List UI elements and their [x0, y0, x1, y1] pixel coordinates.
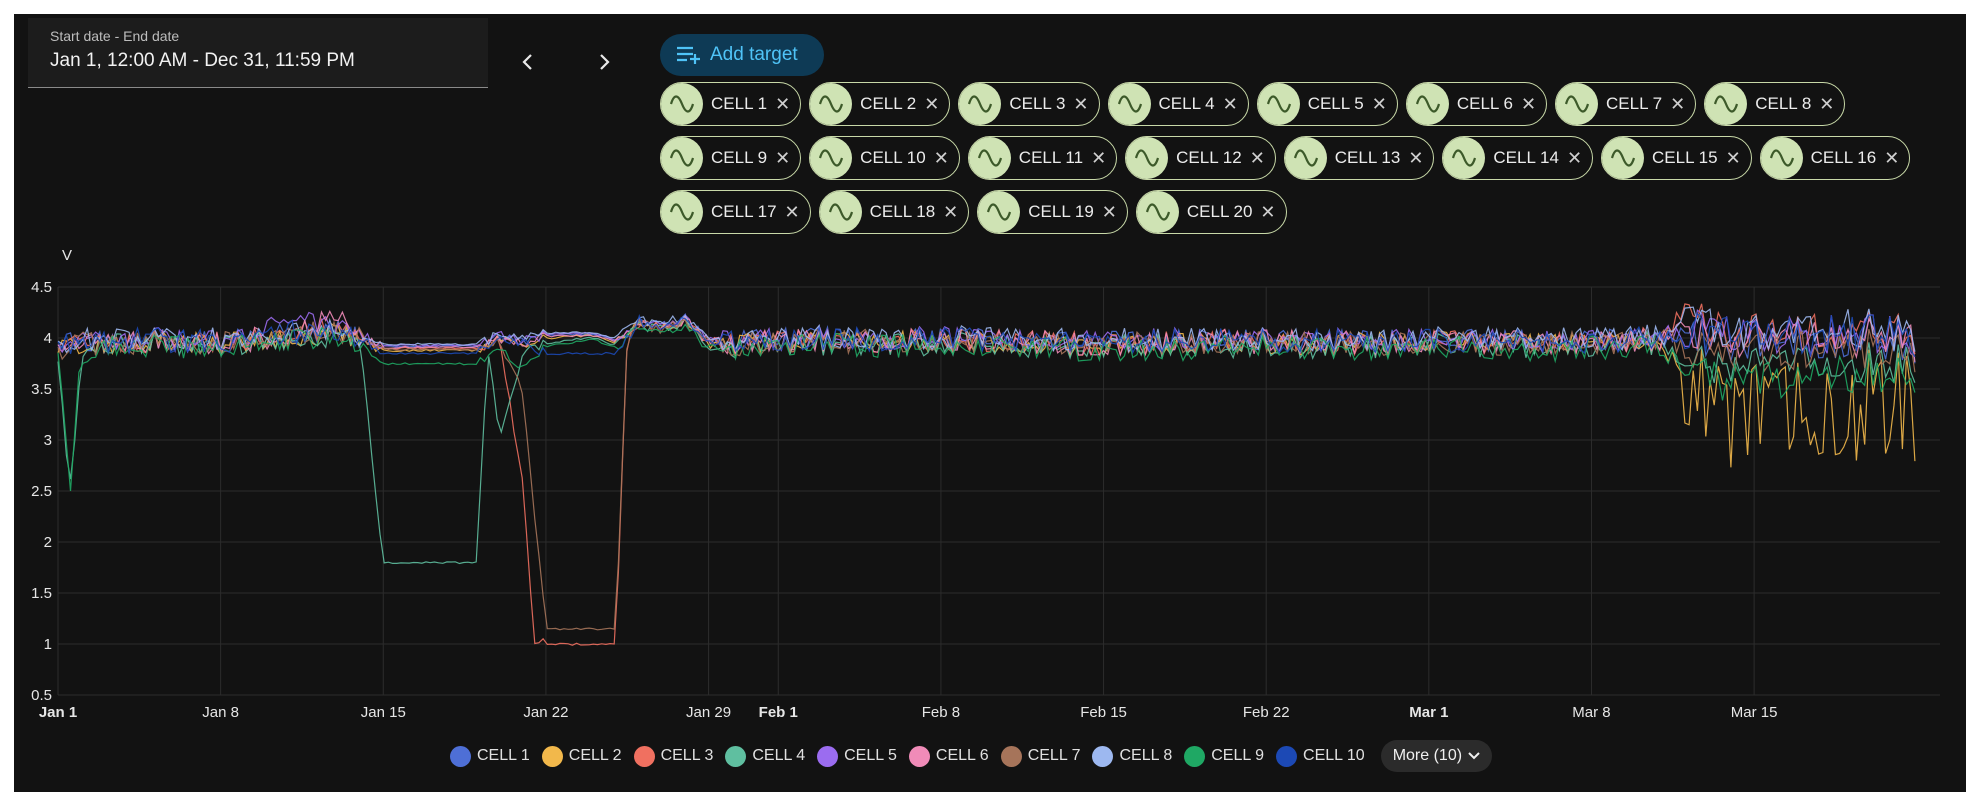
- legend-more-button[interactable]: More (10): [1380, 740, 1493, 772]
- y-tick-label: 2.5: [31, 483, 52, 500]
- legend-item[interactable]: CELL 5: [817, 745, 897, 767]
- x-tick-label: Jan 22: [523, 704, 568, 721]
- x-tick-label: Mar 8: [1572, 704, 1610, 721]
- y-axis-title: V: [62, 247, 72, 264]
- series-line: [57, 303, 1916, 646]
- legend-item-label: CELL 10: [1303, 747, 1365, 764]
- legend-item-label: CELL 8: [1119, 747, 1173, 764]
- y-tick-label: 3.5: [31, 381, 52, 398]
- x-tick-label: Feb 15: [1080, 704, 1127, 721]
- legend-more-label: More (10): [1392, 747, 1463, 764]
- legend-item[interactable]: CELL 2: [541, 745, 622, 767]
- legend-swatch: [450, 745, 471, 767]
- legend-swatch: [1276, 745, 1298, 767]
- legend-item-label: CELL 1: [477, 747, 530, 764]
- legend-swatch: [633, 745, 655, 767]
- legend-swatch: [817, 745, 839, 767]
- chart-series: [57, 303, 1916, 646]
- legend-item-label: CELL 5: [844, 747, 897, 764]
- legend-item-label: CELL 3: [660, 747, 714, 764]
- legend-items: CELL 1 CELL 2 CELL 3 CELL 4 CELL 5 CELL 6 CELL…: [450, 745, 1365, 767]
- x-tick-label: Jan 15: [361, 704, 406, 721]
- x-tick-label: Jan 8: [202, 704, 239, 721]
- y-tick-label: 1: [44, 636, 52, 653]
- legend-item[interactable]: CELL 6: [908, 745, 989, 767]
- chevron-down-icon: [1468, 752, 1480, 760]
- voltage-chart: 4.5 4 3.5 3 2.5 2 1.5 1 0.5Jan 1 Jan 8 Jan 15 Jan 2…: [31, 247, 1940, 721]
- chart-legend: CELL 1 CELL 2 CELL 3 CELL 4 CELL 5 CELL 6 CELL…: [450, 740, 1493, 772]
- legend-item[interactable]: CELL 8: [1092, 745, 1173, 767]
- x-tick-label: Jan 29: [686, 704, 731, 721]
- legend-swatch: [541, 745, 563, 767]
- legend-item-label: CELL 7: [1027, 747, 1081, 764]
- chart-panel: Start date - End date Jan 1, 12:00 AM - …: [14, 14, 1966, 792]
- x-tick-label: Feb 22: [1243, 704, 1290, 721]
- y-tick-label: 4: [44, 330, 52, 347]
- legend-item[interactable]: CELL 3: [633, 745, 714, 767]
- legend-swatch: [1092, 745, 1114, 767]
- legend-item-label: CELL 2: [568, 747, 622, 764]
- legend-swatch: [725, 745, 747, 767]
- x-tick-label: Mar 15: [1731, 704, 1778, 721]
- legend-item-label: CELL 6: [935, 747, 989, 764]
- y-tick-label: 2: [44, 534, 52, 551]
- legend-item-label: CELL 9: [1211, 747, 1265, 764]
- legend-item[interactable]: CELL 9: [1184, 745, 1265, 767]
- legend-item[interactable]: CELL 1: [450, 745, 530, 767]
- legend-item[interactable]: CELL 10: [1276, 745, 1365, 767]
- legend-item[interactable]: CELL 4: [725, 745, 806, 767]
- series-line: [57, 318, 1916, 565]
- y-tick-label: 1.5: [31, 585, 52, 602]
- y-tick-label: 4.5: [31, 279, 52, 296]
- legend-swatch: [1000, 745, 1022, 767]
- x-tick-label: Feb 8: [922, 704, 960, 721]
- x-tick-label: Jan 1: [39, 704, 77, 721]
- legend-swatch: [908, 745, 930, 767]
- x-tick-label: Mar 1: [1409, 704, 1448, 721]
- series-line: [57, 318, 1916, 631]
- x-tick-label: Feb 1: [759, 704, 798, 721]
- y-tick-label: 3: [44, 432, 52, 449]
- legend-item-label: CELL 4: [752, 747, 806, 764]
- legend-item[interactable]: CELL 7: [1000, 745, 1081, 767]
- y-tick-label: 0.5: [31, 687, 52, 704]
- legend-swatch: [1184, 745, 1206, 767]
